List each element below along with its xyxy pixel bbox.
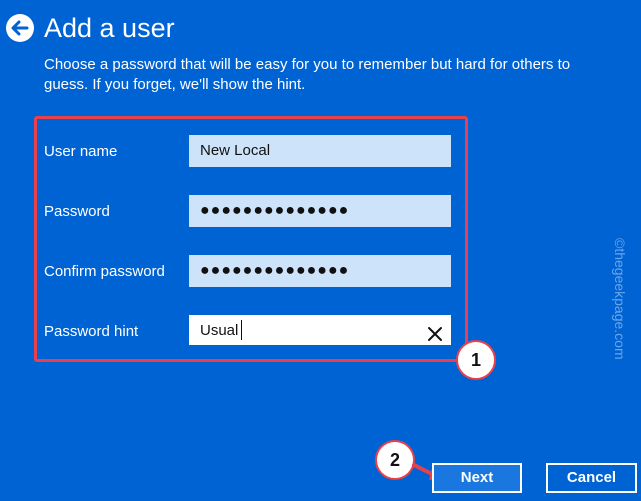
page-subtitle: Choose a password that will be easy for … [44, 56, 571, 93]
clear-hint-button[interactable] [427, 322, 443, 341]
next-button[interactable]: Next [432, 463, 522, 493]
close-icon [428, 327, 442, 341]
back-arrow-icon [6, 14, 34, 42]
username-field[interactable]: New Local [189, 135, 451, 167]
cancel-button[interactable]: Cancel [546, 463, 637, 493]
page-title: Add a user [44, 13, 175, 43]
text-caret [241, 320, 243, 341]
password-label: Password [44, 203, 110, 220]
confirm-password-field[interactable]: ●●●●●●●●●●●●●● [189, 255, 451, 287]
step-1-badge: 1 [456, 340, 496, 380]
password-hint-field[interactable]: Usual [189, 315, 451, 347]
confirm-password-label: Confirm password [44, 263, 165, 280]
password-hint-value: Usual [200, 322, 239, 339]
username-label: User name [44, 143, 118, 160]
password-hint-label: Password hint [44, 323, 139, 340]
password-field[interactable]: ●●●●●●●●●●●●●● [189, 195, 451, 227]
back-button[interactable] [4, 12, 36, 44]
watermark: ©thegeekpage.com [612, 238, 628, 360]
step-2-badge: 2 [375, 440, 415, 480]
